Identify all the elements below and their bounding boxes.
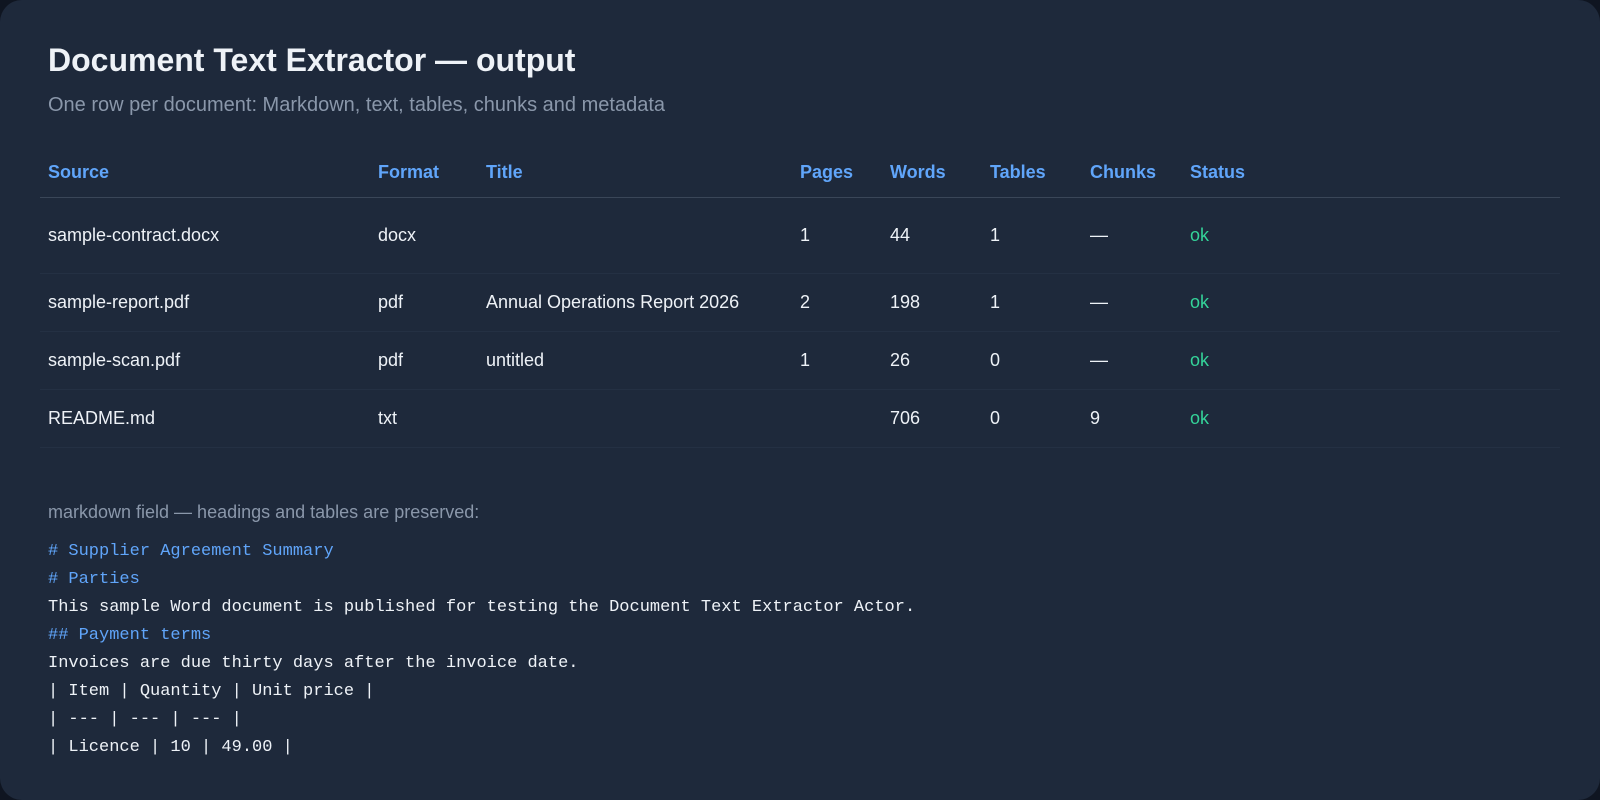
cell-tables: 0: [982, 389, 1082, 448]
markdown-line: ## Payment terms: [48, 626, 212, 645]
cell-source: sample-scan.pdf: [40, 331, 370, 390]
cell-words: 198: [882, 273, 982, 332]
cell-tables: 1: [982, 273, 1082, 332]
cell-status: ok: [1182, 389, 1560, 448]
cell-title: [478, 389, 792, 448]
cell-pages: 2: [792, 273, 882, 332]
cell-source: sample-report.pdf: [40, 273, 370, 332]
table-header-row: Source Format Title Pages Words Tables C…: [40, 148, 1560, 198]
cell-format: txt: [370, 389, 478, 448]
cell-pages: [792, 389, 882, 448]
cell-status: ok: [1182, 273, 1560, 332]
cell-source: sample-contract.docx: [40, 197, 370, 274]
markdown-line: This sample Word document is published f…: [48, 598, 916, 617]
cell-chunks: —: [1082, 273, 1182, 332]
documents-table: Source Format Title Pages Words Tables C…: [40, 148, 1560, 448]
markdown-line: | Licence | 10 | 49.00 |: [48, 738, 293, 757]
table-body: sample-contract.docx docx 1 44 1 — ok sa…: [40, 197, 1560, 448]
cell-format: docx: [370, 197, 478, 274]
table-header: Source Format Title Pages Words Tables C…: [40, 148, 1560, 198]
column-header-status: Status: [1182, 148, 1560, 198]
markdown-field-label: markdown field — headings and tables are…: [48, 502, 480, 522]
column-header-source: Source: [40, 148, 370, 198]
page-title: Document Text Extractor — output: [48, 42, 576, 78]
cell-chunks: —: [1082, 197, 1182, 274]
cell-tables: 0: [982, 331, 1082, 390]
markdown-line: | --- | --- | --- |: [48, 710, 242, 729]
markdown-line: # Parties: [48, 570, 140, 589]
cell-title: untitled: [478, 331, 792, 390]
cell-title: Annual Operations Report 2026: [478, 273, 792, 332]
markdown-line: # Supplier Agreement Summary: [48, 542, 334, 561]
column-header-format: Format: [370, 148, 478, 198]
cell-words: 44: [882, 197, 982, 274]
column-header-words: Words: [882, 148, 982, 198]
column-header-pages: Pages: [792, 148, 882, 198]
cell-pages: 1: [792, 331, 882, 390]
cell-words: 706: [882, 389, 982, 448]
cell-words: 26: [882, 331, 982, 390]
table-row: README.md txt 706 0 9 ok: [40, 389, 1560, 448]
column-header-tables: Tables: [982, 148, 1082, 198]
cell-status: ok: [1182, 331, 1560, 390]
documents-table-container: Source Format Title Pages Words Tables C…: [40, 148, 1560, 448]
cell-format: pdf: [370, 273, 478, 332]
cell-chunks: —: [1082, 331, 1182, 390]
cell-status: ok: [1182, 197, 1560, 274]
column-header-title: Title: [478, 148, 792, 198]
cell-tables: 1: [982, 197, 1082, 274]
column-header-chunks: Chunks: [1082, 148, 1182, 198]
markdown-preview: # Supplier Agreement Summary # Parties Thi…: [48, 538, 915, 762]
page-subtitle: One row per document: Markdown, text, ta…: [48, 94, 665, 116]
table-row: sample-contract.docx docx 1 44 1 — ok: [40, 197, 1560, 274]
cell-pages: 1: [792, 197, 882, 274]
output-panel: Document Text Extractor — output One row…: [0, 0, 1600, 800]
cell-title: [478, 197, 792, 274]
cell-source: README.md: [40, 389, 370, 448]
cell-chunks: 9: [1082, 389, 1182, 448]
table-row: sample-report.pdf pdf Annual Operations …: [40, 273, 1560, 332]
markdown-line: Invoices are due thirty days after the i…: [48, 654, 579, 673]
table-row: sample-scan.pdf pdf untitled 1 26 0 — ok: [40, 331, 1560, 390]
markdown-line: | Item | Quantity | Unit price |: [48, 682, 375, 701]
cell-format: pdf: [370, 331, 478, 390]
